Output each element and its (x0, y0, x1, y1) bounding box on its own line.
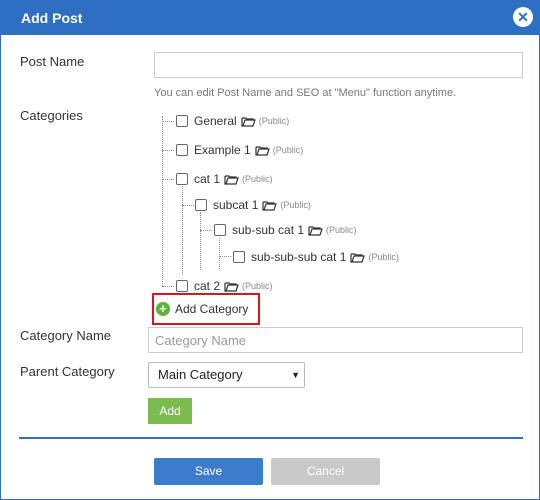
category-name-input[interactable] (148, 327, 523, 353)
post-name-input[interactable] (154, 52, 523, 78)
tree-node-subcat-1: subcat 1 (Public) (195, 198, 311, 212)
folder-open-icon (224, 281, 239, 292)
add-category-link[interactable]: + Add Category (152, 293, 260, 325)
plus-circle-icon: + (156, 302, 170, 316)
tree-node-sub-sub-sub-cat-1: sub-sub-sub cat 1 (Public) (233, 250, 399, 264)
folder-open-icon (255, 145, 270, 156)
categories-label: Categories (20, 108, 83, 123)
folder-open-icon (241, 116, 256, 127)
tree-node-sub-sub-cat-1: sub-sub cat 1 (Public) (214, 223, 357, 237)
tree-node-label: cat 1 (194, 172, 221, 186)
tree-node-cat-2: cat 2 (Public) (176, 279, 273, 293)
tree-node-label: Example 1 (194, 143, 251, 157)
public-tag: (Public) (242, 281, 273, 291)
tree-node-label: cat 2 (194, 279, 221, 293)
tree-node-general: General (Public) (176, 114, 289, 128)
category-checkbox[interactable] (214, 224, 226, 236)
tree-connector (162, 116, 163, 286)
tree-connector (162, 150, 174, 151)
form-divider (19, 437, 523, 439)
public-tag: (Public) (326, 225, 357, 235)
folder-open-icon (308, 225, 323, 236)
tree-connector (182, 205, 194, 206)
cancel-button[interactable]: Cancel (271, 458, 380, 485)
tree-connector (162, 286, 174, 287)
public-tag: (Public) (258, 116, 290, 126)
tree-connector (200, 212, 201, 270)
tree-node-label: sub-sub cat 1 (232, 223, 305, 237)
add-category-label: Add Category (175, 302, 249, 316)
dialog-title: Add Post (21, 10, 83, 26)
parent-category-label: Parent Category (20, 364, 115, 379)
tree-connector (200, 230, 212, 231)
tree-connector (162, 179, 174, 180)
category-name-label: Category Name (20, 328, 112, 343)
public-tag: (Public) (272, 145, 304, 155)
tree-connector (219, 238, 220, 269)
public-tag: (Public) (368, 252, 399, 262)
tree-connector (182, 186, 183, 275)
category-checkbox[interactable] (176, 115, 188, 127)
tree-node-label: sub-sub-sub cat 1 (251, 250, 347, 264)
tree-node-cat-1: cat 1 (Public) (176, 172, 273, 186)
post-name-label: Post Name (20, 54, 85, 69)
category-checkbox[interactable] (176, 144, 188, 156)
tree-connector (219, 256, 231, 257)
dialog-titlebar: Add Post ✕ (1, 0, 540, 35)
add-category-button[interactable]: Add (148, 398, 192, 424)
tree-node-label: General (194, 114, 237, 128)
category-checkbox[interactable] (195, 199, 207, 211)
folder-open-icon (224, 174, 239, 185)
post-name-hint: You can edit Post Name and SEO at "Menu"… (154, 87, 457, 99)
close-icon[interactable]: ✕ (513, 7, 533, 27)
parent-category-value: Main Category (158, 367, 243, 382)
save-button[interactable]: Save (154, 458, 263, 485)
tree-node-label: subcat 1 (213, 198, 259, 212)
public-tag: (Public) (280, 200, 311, 210)
tree-node-example-1: Example 1 (Public) (176, 143, 303, 157)
public-tag: (Public) (242, 174, 273, 184)
category-checkbox[interactable] (233, 251, 245, 263)
add-post-dialog: Add Post ✕ Post Name You can edit Post N… (0, 0, 540, 500)
dropdown-caret-icon: ▼ (291, 370, 300, 380)
category-checkbox[interactable] (176, 173, 188, 185)
folder-open-icon (350, 252, 366, 263)
folder-open-icon (262, 200, 278, 211)
parent-category-select[interactable]: Main Category ▼ (148, 362, 305, 388)
tree-connector (162, 121, 174, 122)
category-checkbox[interactable] (176, 280, 188, 292)
